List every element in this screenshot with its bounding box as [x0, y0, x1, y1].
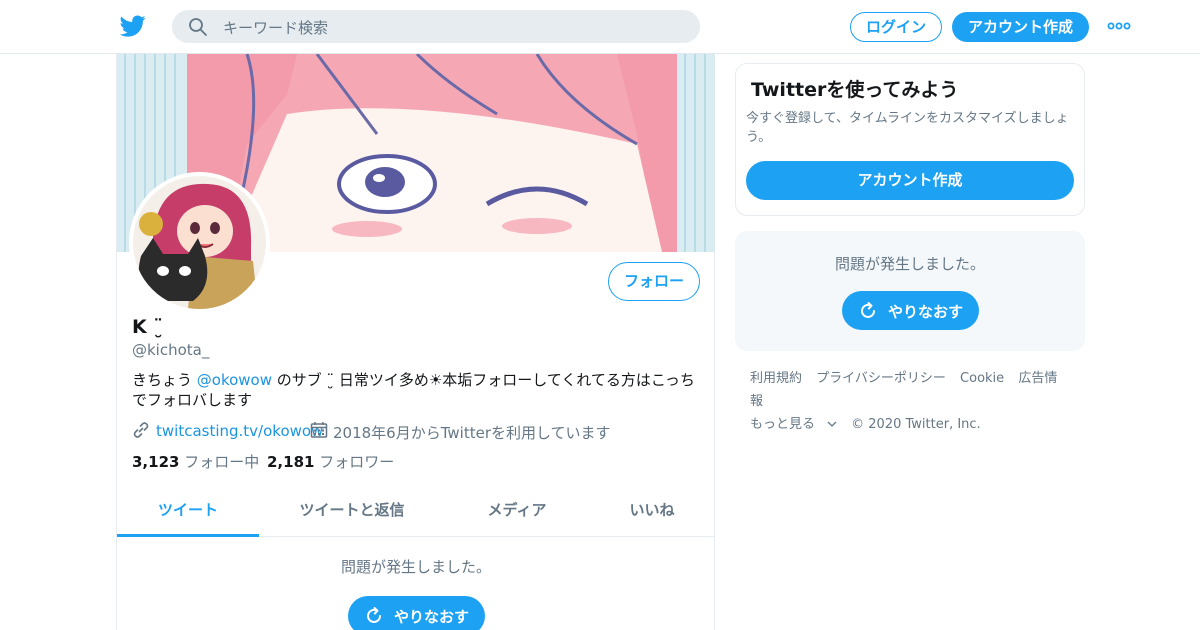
- sidebar-error-box: 問題が発生しました。 やりなおす: [735, 231, 1085, 351]
- footer-link-privacy[interactable]: プライバシーポリシー: [816, 371, 946, 386]
- followers-count: 2,181: [267, 453, 315, 471]
- retry-label: やりなおす: [888, 303, 964, 321]
- followers-label: フォロワー: [319, 453, 395, 471]
- following-label: フォロー中: [184, 453, 260, 471]
- search-input[interactable]: キーワード検索: [223, 17, 328, 38]
- tab-tweets[interactable]: ツイート: [117, 490, 259, 537]
- calendar-icon: [310, 422, 328, 438]
- search-bar[interactable]: キーワード検索: [172, 10, 700, 43]
- footer-link-more[interactable]: もっと見る: [750, 417, 837, 432]
- footer-link-cookie[interactable]: Cookie: [960, 371, 1004, 386]
- profile-handle: @kichota_: [132, 341, 210, 359]
- top-navigation-bar: キーワード検索 ログイン アカウント作成: [0, 0, 1200, 54]
- signup-button[interactable]: アカウント作成: [952, 12, 1089, 42]
- profile-column: フォロー K ¨̮ @kichota_ きちょう @okowow のサブ ¨̮ …: [116, 54, 715, 630]
- signup-card-description: 今すぐ登録して、タイムラインをカスタマイズしましょう。: [746, 111, 1069, 145]
- footer-copyright: © 2020 Twitter, Inc.: [851, 417, 981, 432]
- tab-tweets-and-replies[interactable]: ツイートと返信: [282, 490, 422, 537]
- timeline-error-message: 問題が発生しました。: [340, 558, 491, 576]
- login-button[interactable]: ログイン: [850, 12, 942, 42]
- twitter-bird-icon[interactable]: [119, 13, 147, 39]
- followers-stat[interactable]: 2,181 フォロワー: [267, 451, 394, 472]
- search-icon: [189, 18, 207, 36]
- signup-card-button[interactable]: アカウント作成: [746, 161, 1074, 200]
- link-icon: [133, 422, 149, 438]
- retry-label: やりなおす: [394, 608, 470, 626]
- footer-more-label: もっと見る: [750, 417, 816, 432]
- refresh-icon: [861, 302, 875, 318]
- sidebar-footer-links: 利用規約 プライバシーポリシー Cookie 広告情報 もっと見る © 2020…: [750, 367, 1080, 436]
- profile-meta: twitcasting.tv/okowow 2018年6月からTwitterを利…: [132, 420, 702, 442]
- timeline-retry-button[interactable]: やりなおす: [348, 596, 485, 630]
- profile-joined-date: 2018年6月からTwitterを利用しています: [333, 424, 611, 442]
- profile-tabs: ツイート ツイートと返信 メディア いいね: [117, 490, 715, 537]
- more-dots-icon[interactable]: [1107, 20, 1131, 32]
- profile-bio: きちょう @okowow のサブ ¨̮ 日常ツイ多め☀︎本垢フォローしてくれてる…: [132, 370, 702, 410]
- following-count: 3,123: [132, 453, 180, 471]
- footer-link-terms[interactable]: 利用規約: [750, 371, 802, 386]
- tab-likes[interactable]: いいね: [597, 490, 707, 537]
- profile-stats: 3,123 フォロー中 2,181 フォロワー: [132, 451, 702, 471]
- profile-display-name: K ¨̮: [132, 316, 163, 338]
- follow-button[interactable]: フォロー: [608, 262, 700, 301]
- profile-website-link[interactable]: twitcasting.tv/okowow: [156, 422, 323, 440]
- signup-card-title: Twitterを使ってみよう: [751, 79, 959, 101]
- profile-avatar[interactable]: [129, 172, 270, 313]
- sidebar-error-message: 問題が発生しました。: [834, 255, 985, 273]
- sidebar-retry-button[interactable]: やりなおす: [842, 291, 979, 330]
- chevron-down-icon: [827, 421, 837, 427]
- following-stat[interactable]: 3,123 フォロー中: [132, 451, 259, 472]
- bio-mention-link[interactable]: @okowow: [197, 371, 272, 389]
- bio-text-prefix: きちょう: [132, 371, 197, 389]
- tab-media[interactable]: メディア: [447, 490, 587, 537]
- signup-prompt-card: Twitterを使ってみよう 今すぐ登録して、タイムラインをカスタマイズしましょ…: [735, 63, 1085, 216]
- refresh-icon: [367, 607, 381, 623]
